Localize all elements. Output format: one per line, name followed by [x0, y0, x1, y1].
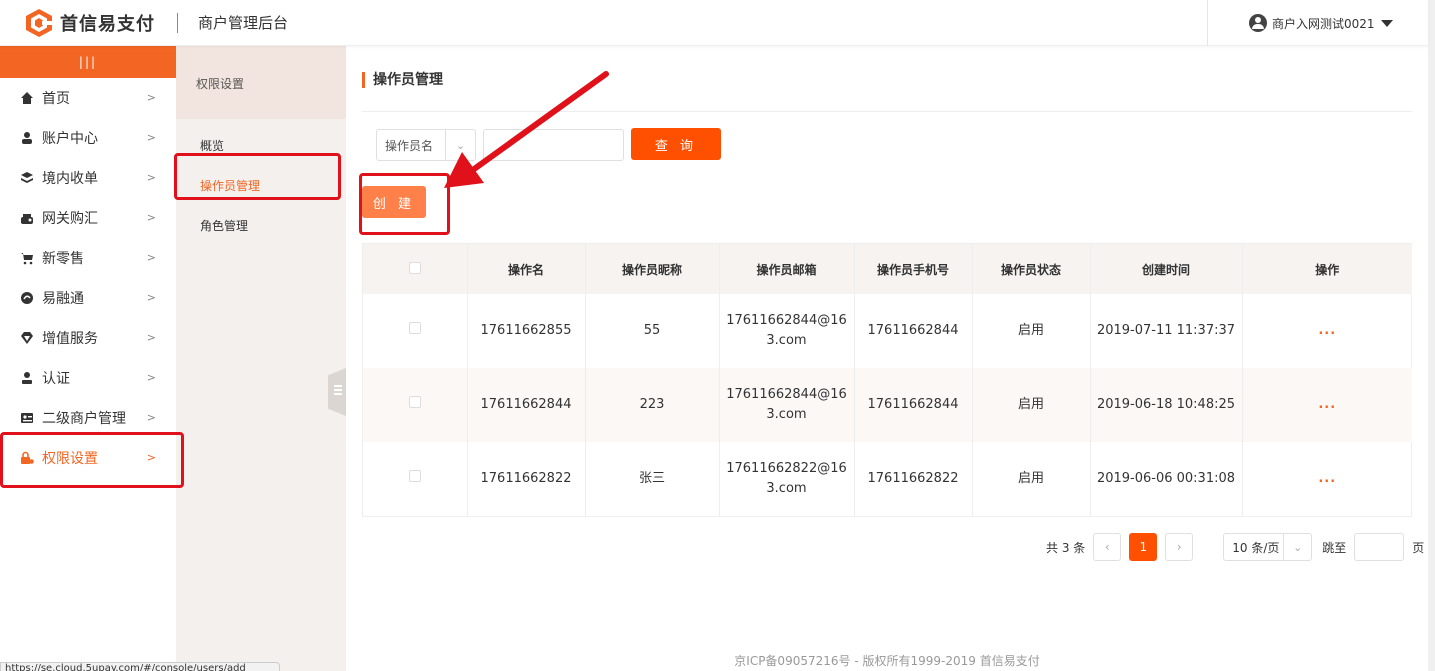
brand-name: 首信易支付 — [60, 13, 155, 35]
header-subtitle: 商户管理后台 — [198, 14, 289, 32]
top-header: 首信易支付 商户管理后台 商户入网测试0021 — [0, 0, 1428, 46]
brand-logo[interactable]: 首信易支付 — [24, 8, 155, 38]
user-menu[interactable]: 商户入网测试0021 — [1207, 0, 1428, 46]
user-name: 商户入网测试0021 — [1272, 16, 1375, 31]
status-bar-url: https://se.cloud.5upay.com/#/console/use… — [0, 662, 280, 671]
header-divider — [177, 12, 178, 33]
user-avatar-icon — [1249, 14, 1267, 32]
caret-down-icon — [1380, 19, 1393, 27]
annotation-arrow — [444, 71, 609, 188]
logo-icon — [26, 8, 52, 37]
